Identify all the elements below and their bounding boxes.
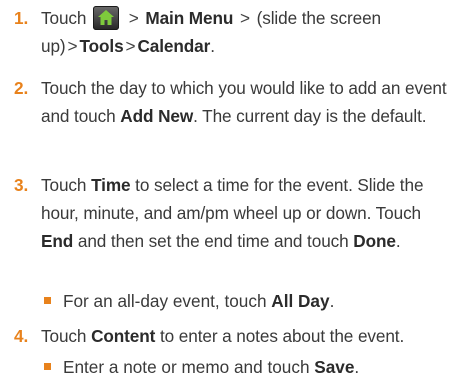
- step-text: and then set the end time and touch: [77, 231, 349, 251]
- step-3-bullet: For an all-day event, touch All Day.: [0, 287, 463, 315]
- bullet-bold: Save: [314, 357, 355, 377]
- bullet-text: Enter a note or memo and touch: [63, 357, 310, 377]
- step-end: .: [210, 36, 215, 56]
- step-text: to enter a notes about the event.: [159, 326, 405, 346]
- step-number: 1.: [14, 8, 29, 28]
- home-icon: [93, 6, 120, 30]
- bullet-text: For an all-day event, touch: [63, 291, 267, 311]
- step-number: 2.: [14, 78, 29, 98]
- separator: >: [128, 8, 139, 28]
- step-4-bullet: Enter a note or memo and touch Save.: [0, 353, 463, 381]
- step-2: 2. Touch the day to which you would like…: [0, 74, 463, 130]
- step-4: 4. Touch Content to enter a notes about …: [0, 322, 463, 350]
- step-1: 1. Touch > Main Menu > (slide the screen…: [0, 4, 463, 60]
- bullet-bold: All Day: [271, 291, 330, 311]
- menu-path-item: Main Menu: [145, 8, 234, 28]
- bullet-icon: [44, 297, 51, 304]
- bullet-icon: [44, 363, 51, 370]
- menu-path-item: Calendar: [137, 36, 211, 56]
- bullet-end: .: [329, 291, 335, 311]
- step-bold: Time: [91, 175, 131, 195]
- step-text: Touch: [41, 326, 87, 346]
- separator: >: [239, 8, 250, 28]
- separator: >: [67, 36, 78, 56]
- step-text: .: [395, 231, 401, 251]
- step-number: 4.: [14, 326, 29, 346]
- step-bold: Done: [353, 231, 396, 251]
- step-text: Touch: [41, 175, 87, 195]
- step-text: Touch: [41, 8, 87, 28]
- step-bold: End: [41, 231, 74, 251]
- step-text: . The current day is the default.: [193, 106, 427, 126]
- bullet-end: .: [354, 357, 360, 377]
- separator: >: [125, 36, 136, 56]
- step-bold: Content: [91, 326, 156, 346]
- instruction-document: 1. Touch > Main Menu > (slide the screen…: [0, 0, 463, 384]
- step-3: 3. Touch Time to select a time for the e…: [0, 171, 463, 255]
- menu-path-item: Tools: [79, 36, 124, 56]
- step-bold: Add New: [120, 106, 194, 126]
- step-number: 3.: [14, 175, 29, 195]
